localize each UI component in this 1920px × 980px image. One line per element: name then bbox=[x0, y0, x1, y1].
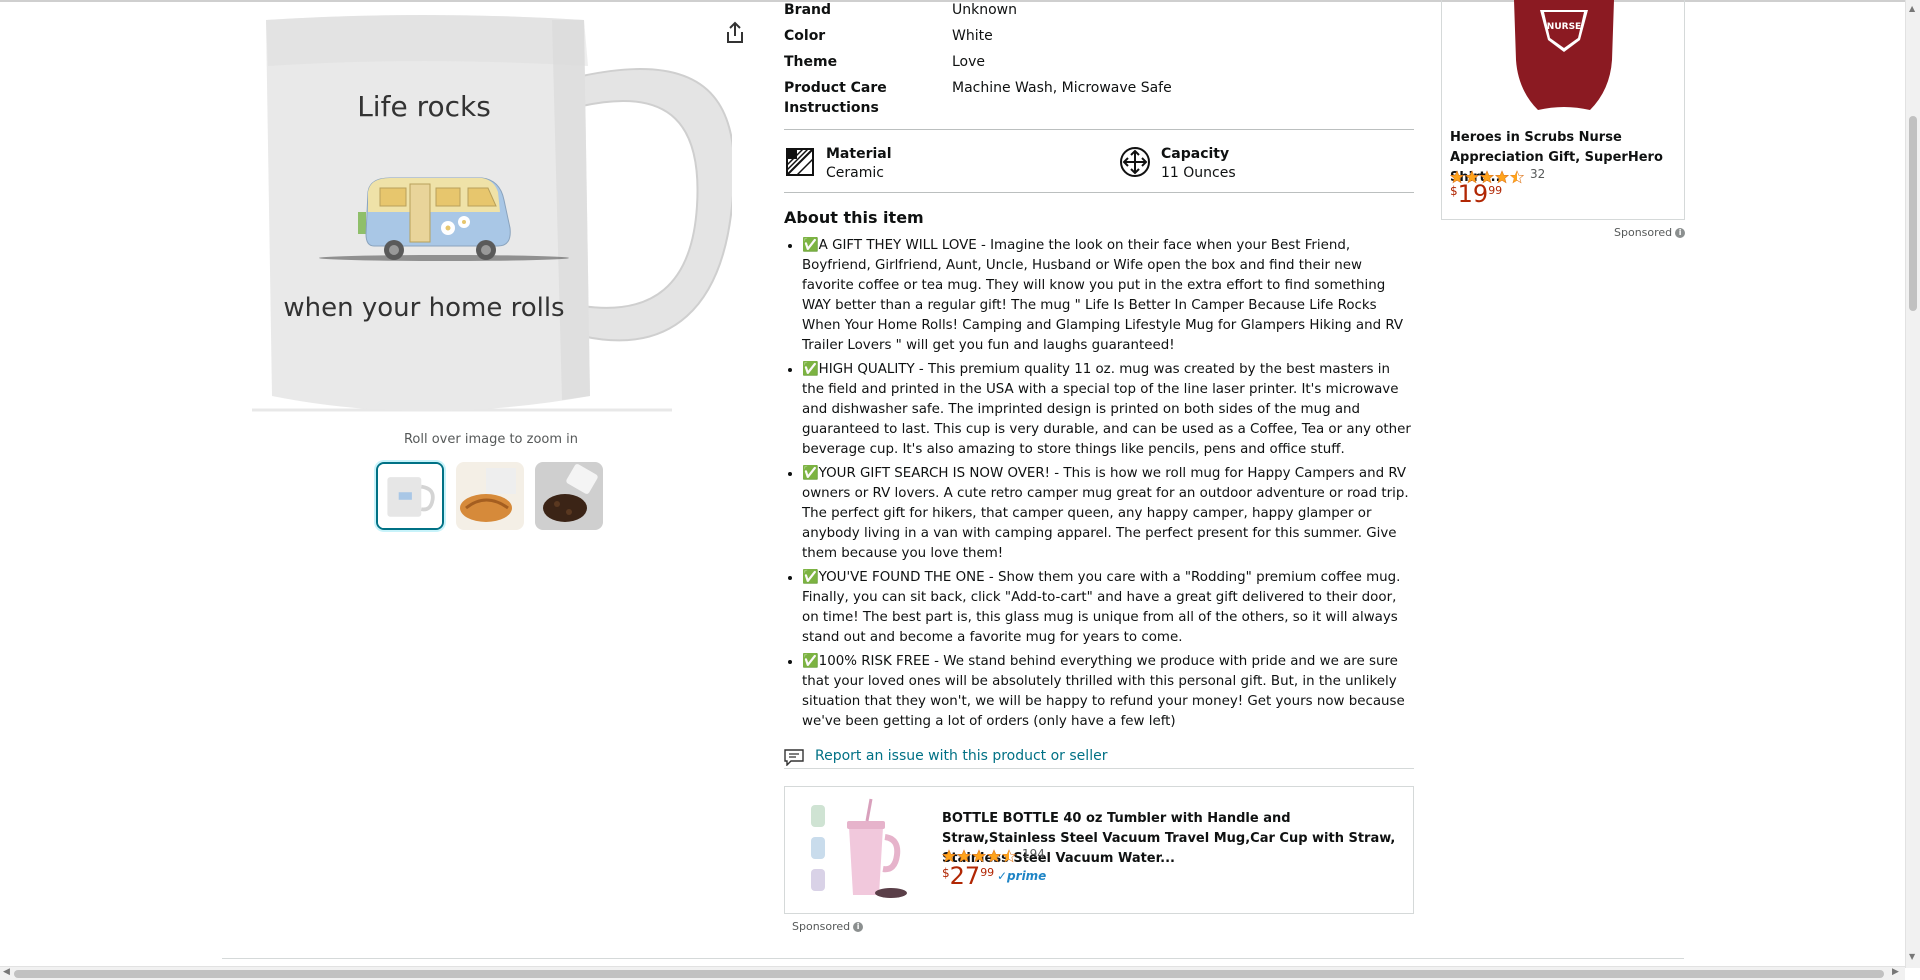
spec-value: Unknown bbox=[952, 2, 1017, 18]
price: $2799 bbox=[942, 862, 994, 890]
price-fraction: 99 bbox=[1488, 184, 1503, 197]
spec-key: Theme bbox=[784, 54, 838, 70]
horizontal-scrollbar[interactable]: ◀ ▶ bbox=[0, 966, 1905, 980]
report-issue-row: Report an issue with this product or sel… bbox=[784, 746, 1414, 769]
sponsored-product-card[interactable]: BOTTLE BOTTLE 40 oz Tumbler with Handle … bbox=[784, 786, 1414, 914]
mug-text-top: Life rocks bbox=[357, 90, 491, 123]
about-bullet: ✅100% RISK FREE - We stand behind everyt… bbox=[802, 652, 1414, 732]
review-count[interactable]: 32 bbox=[1530, 167, 1545, 181]
share-icon[interactable] bbox=[722, 20, 748, 46]
about-bullet: ✅A GIFT THEY WILL LOVE - Imagine the loo… bbox=[802, 236, 1414, 356]
attribute-label: Material bbox=[826, 146, 892, 162]
review-count[interactable]: 194 bbox=[1022, 847, 1045, 861]
divider bbox=[222, 958, 1684, 959]
scroll-right-icon[interactable]: ▶ bbox=[1892, 967, 1899, 977]
about-bullets: ✅A GIFT THEY WILL LOVE - Imagine the loo… bbox=[784, 236, 1414, 736]
price-symbol: $ bbox=[942, 866, 950, 880]
spec-key: Color bbox=[784, 28, 826, 44]
vertical-scroll-thumb[interactable] bbox=[1909, 116, 1917, 311]
thumbnail-croissant[interactable] bbox=[456, 462, 524, 530]
price-whole: 19 bbox=[1457, 180, 1489, 208]
thumbnail-coffee-beans[interactable] bbox=[535, 462, 603, 530]
divider bbox=[784, 129, 1414, 130]
prime-badge: ✓prime bbox=[997, 869, 1047, 883]
report-issue-link[interactable]: Report an issue with this product or sel… bbox=[815, 748, 1107, 764]
spec-value: Machine Wash, Microwave Safe bbox=[952, 80, 1172, 96]
thumbnail-mug[interactable] bbox=[376, 462, 444, 530]
attribute-capacity: Capacity 11 Ounces bbox=[1119, 143, 1379, 183]
spec-value: White bbox=[952, 28, 993, 44]
product-main-image[interactable]: Life rocks when your home rolls bbox=[252, 6, 736, 426]
about-bullet: ✅YOUR GIFT SEARCH IS NOW OVER! - This is… bbox=[802, 464, 1414, 564]
sponsored-text: Sponsored bbox=[792, 920, 851, 933]
mug-text-bottom: when your home rolls bbox=[283, 293, 564, 323]
price: $1999 bbox=[1450, 180, 1502, 208]
price-whole: 27 bbox=[949, 862, 981, 890]
scroll-left-icon[interactable]: ◀ bbox=[3, 967, 10, 977]
about-bullet: ✅HIGH QUALITY - This premium quality 11 … bbox=[802, 360, 1414, 460]
attribute-value: 11 Ounces bbox=[1161, 165, 1236, 181]
price-symbol: $ bbox=[1450, 184, 1458, 198]
spec-value: Love bbox=[952, 54, 986, 70]
shirt-text: NURSE bbox=[1547, 22, 1581, 32]
sponsored-text: Sponsored bbox=[1614, 226, 1673, 239]
attribute-value: Ceramic bbox=[826, 165, 884, 181]
scroll-down-icon[interactable]: ▼ bbox=[1909, 952, 1915, 961]
divider bbox=[784, 192, 1414, 193]
attribute-label: Capacity bbox=[1161, 146, 1230, 162]
info-icon[interactable]: i bbox=[853, 922, 864, 932]
horizontal-scroll-thumb[interactable] bbox=[14, 970, 1884, 978]
capacity-icon bbox=[1119, 146, 1151, 178]
tumbler-image[interactable] bbox=[805, 797, 915, 903]
vertical-scrollbar[interactable]: ▲ ▼ bbox=[1905, 0, 1920, 968]
spec-key: Product Care Instructions bbox=[784, 80, 887, 116]
shirt-image[interactable]: NURSE bbox=[1494, 0, 1634, 112]
report-icon bbox=[784, 749, 804, 767]
attribute-material: Material Ceramic bbox=[784, 143, 1084, 183]
info-icon[interactable]: i bbox=[1675, 228, 1686, 238]
side-sponsored-ad[interactable]: NURSE Heroes in Scrubs Nurse Appreciatio… bbox=[1441, 0, 1685, 220]
zoom-hint: Roll over image to zoom in bbox=[403, 432, 579, 447]
about-bullet: ✅YOU'VE FOUND THE ONE - Show them you ca… bbox=[802, 568, 1414, 648]
price-fraction: 99 bbox=[980, 866, 995, 879]
sponsored-label: Sponsored i bbox=[1614, 226, 1686, 239]
spec-key: Brand bbox=[784, 2, 832, 18]
material-icon bbox=[784, 146, 816, 178]
scroll-up-icon[interactable]: ▲ bbox=[1909, 4, 1915, 13]
about-title: About this item bbox=[784, 208, 924, 227]
sponsored-label: Sponsored i bbox=[792, 920, 864, 933]
